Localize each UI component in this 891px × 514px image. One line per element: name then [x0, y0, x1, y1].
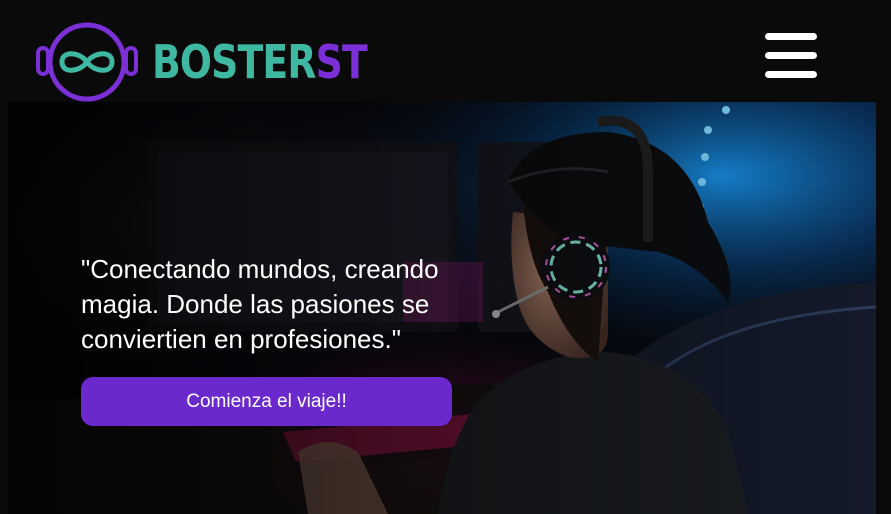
- menu-bar: [765, 71, 817, 78]
- brand-logo[interactable]: BOSTERST: [36, 20, 414, 104]
- menu-bar: [765, 52, 817, 59]
- hero-section: "Conectando mundos, creando magia. Donde…: [8, 102, 876, 514]
- brand-name-part2: ST: [315, 35, 368, 89]
- hero-quote: "Conectando mundos, creando magia. Donde…: [81, 254, 439, 354]
- hamburger-menu-icon[interactable]: [763, 30, 819, 82]
- brand-name-part1: BOSTER: [152, 35, 316, 89]
- infinity-astronaut-helmet-icon: [36, 22, 138, 102]
- menu-bar: [765, 33, 817, 40]
- brand-name: BOSTERST: [152, 39, 368, 85]
- site-header: BOSTERST: [0, 0, 891, 102]
- start-journey-button[interactable]: Comienza el viaje!!: [81, 377, 452, 426]
